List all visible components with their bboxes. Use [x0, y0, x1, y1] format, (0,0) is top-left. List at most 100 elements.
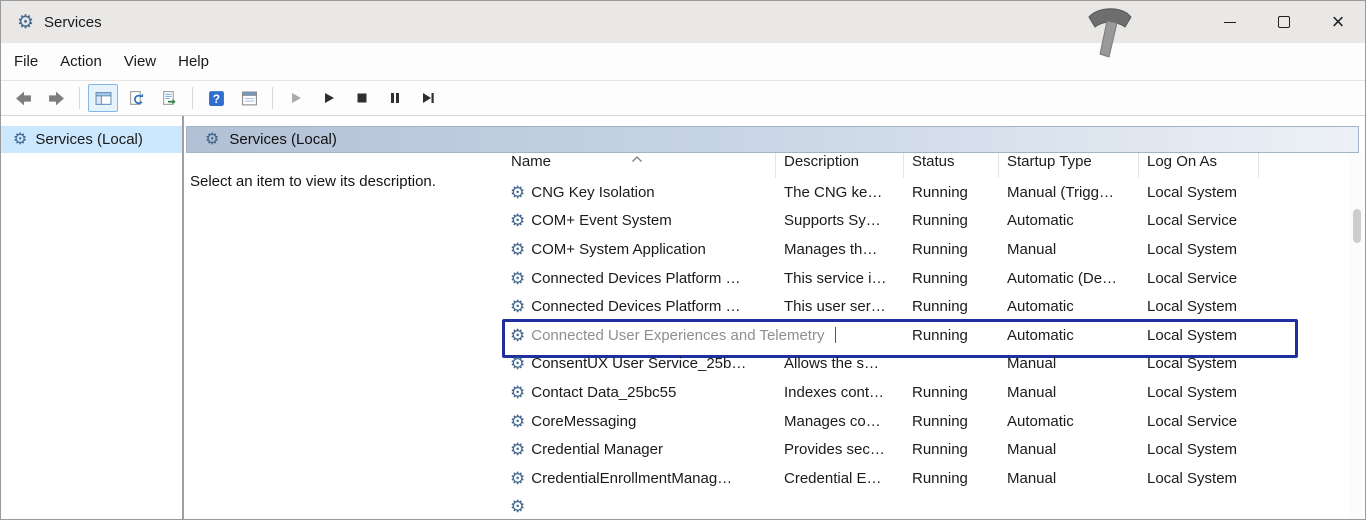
service-name-cell: ⚙ Contact Data_25bc55 [498, 384, 776, 401]
service-name-cell: ⚙ COM+ System Application [498, 241, 776, 258]
service-name-cell: ⚙ CredentialEnrollmentManag… [498, 470, 776, 487]
rename-caret-icon [835, 327, 836, 343]
service-name-cell: ⚙ [498, 498, 776, 515]
back-arrow-icon [15, 90, 32, 107]
stop-service-button[interactable] [347, 84, 377, 112]
service-status: Running [904, 441, 999, 458]
service-startup-type: Manual [999, 384, 1139, 401]
service-gear-icon: ⚙ [510, 270, 525, 287]
service-row[interactable]: ⚙ Connected Devices Platform … This user… [498, 292, 1349, 321]
column-header-startup-type[interactable]: Startup Type [999, 153, 1139, 178]
service-name-cell: ⚙ Connected Devices Platform … [498, 270, 776, 287]
window-title: Services [44, 14, 102, 31]
services-app-icon: ⚙ [17, 13, 34, 32]
service-log-on-as: Local System [1139, 298, 1259, 315]
service-log-on-as: Local System [1139, 441, 1259, 458]
pause-service-button[interactable] [380, 84, 410, 112]
resume-service-button[interactable] [314, 84, 344, 112]
description-pane: Select an item to view its description. [184, 153, 498, 519]
vertical-scrollbar[interactable] [1349, 153, 1365, 519]
show-console-tree-button[interactable] [88, 84, 118, 112]
scrollbar-thumb[interactable] [1353, 209, 1361, 243]
service-row[interactable]: ⚙ CredentialEnrollmentManag… Credential … [498, 464, 1349, 493]
services-header-bar: ⚙ Services (Local) [186, 126, 1359, 153]
menu-view[interactable]: View [113, 46, 167, 77]
service-rows: ⚙ CNG Key Isolation The CNG ke… Running … [498, 178, 1349, 520]
tree-item-services-local[interactable]: ⚙ Services (Local) [1, 126, 182, 153]
service-startup-type: Manual [999, 355, 1139, 372]
list-header: Name Description Status Startup Type Log… [498, 153, 1349, 178]
column-header-filler [1259, 153, 1349, 178]
service-row[interactable]: ⚙ COM+ System Application Manages th… Ru… [498, 235, 1349, 264]
service-name: Connected User Experiences and Telemetry [531, 327, 824, 344]
service-row[interactable]: ⚙ CNG Key Isolation The CNG ke… Running … [498, 178, 1349, 207]
start-service-button[interactable] [281, 84, 311, 112]
service-startup-type: Automatic [999, 212, 1139, 229]
service-description: Supports Sy… [776, 212, 904, 229]
column-header-startup-type-label: Startup Type [1007, 153, 1092, 170]
service-row[interactable]: ⚙ Contact Data_25bc55 Indexes cont… Runn… [498, 378, 1349, 407]
service-name-cell: ⚙ Credential Manager [498, 441, 776, 458]
sort-ascending-icon [631, 156, 642, 162]
service-description: Provides sec… [776, 441, 904, 458]
service-row[interactable]: ⚙ [498, 493, 1349, 520]
service-row[interactable]: ⚙ CoreMessaging Manages co… Running Auto… [498, 407, 1349, 436]
column-header-description[interactable]: Description [776, 153, 904, 178]
service-log-on-as: Local System [1139, 384, 1259, 401]
service-name: CredentialEnrollmentManag… [531, 470, 732, 487]
export-list-button[interactable] [154, 84, 184, 112]
back-button[interactable] [8, 84, 38, 112]
stop-service-icon [355, 91, 369, 105]
start-service-icon [289, 91, 303, 105]
service-log-on-as: Local System [1139, 327, 1259, 344]
minimize-button[interactable] [1203, 1, 1257, 43]
service-description: Credential E… [776, 470, 904, 487]
service-name: Connected Devices Platform … [531, 270, 740, 287]
help-icon: ? [208, 90, 225, 107]
service-gear-icon: ⚙ [510, 327, 525, 344]
main-pane: ⚙ Services (Local) Select an item to vie… [184, 116, 1365, 519]
service-log-on-as: Local System [1139, 241, 1259, 258]
service-name-cell: ⚙ CNG Key Isolation [498, 184, 776, 201]
service-name-cell: ⚙ COM+ Event System [498, 212, 776, 229]
column-header-name[interactable]: Name [498, 153, 776, 178]
window-controls: × [1203, 1, 1365, 43]
forward-button[interactable] [41, 84, 71, 112]
column-header-description-label: Description [784, 153, 859, 170]
service-gear-icon: ⚙ [510, 384, 525, 401]
column-header-log-on-as[interactable]: Log On As [1139, 153, 1259, 178]
properties-button[interactable] [234, 84, 264, 112]
menu-help[interactable]: Help [167, 46, 220, 77]
column-header-status[interactable]: Status [904, 153, 999, 178]
service-status: Running [904, 470, 999, 487]
service-row[interactable]: ⚙ Connected User Experiences and Telemet… [498, 321, 1349, 350]
service-description: Manages th… [776, 241, 904, 258]
services-list: Name Description Status Startup Type Log… [498, 153, 1349, 519]
services-header-icon: ⚙ [205, 132, 219, 148]
service-row[interactable]: ⚙ Credential Manager Provides sec… Runni… [498, 435, 1349, 464]
service-row[interactable]: ⚙ COM+ Event System Supports Sy… Running… [498, 207, 1349, 236]
restart-service-button[interactable] [413, 84, 443, 112]
maximize-button[interactable] [1257, 1, 1311, 43]
service-gear-icon: ⚙ [510, 441, 525, 458]
service-description: This service i… [776, 270, 904, 287]
refresh-button[interactable] [121, 84, 151, 112]
service-row[interactable]: ⚙ Connected Devices Platform … This serv… [498, 264, 1349, 293]
service-startup-type: Automatic [999, 413, 1139, 430]
service-log-on-as: Local System [1139, 355, 1259, 372]
service-description: The CNG ke… [776, 184, 904, 201]
close-button[interactable]: × [1311, 1, 1365, 43]
menu-file[interactable]: File [3, 46, 49, 77]
minimize-icon [1224, 22, 1236, 23]
service-startup-type: Automatic (De… [999, 270, 1139, 287]
service-status: Running [904, 298, 999, 315]
help-button[interactable]: ? [201, 84, 231, 112]
service-row[interactable]: ⚙ ConsentUX User Service_25b… Allows the… [498, 350, 1349, 379]
menu-action[interactable]: Action [49, 46, 113, 77]
column-header-status-label: Status [912, 153, 955, 170]
service-name-cell: ⚙ Connected User Experiences and Telemet… [498, 327, 776, 344]
service-log-on-as: Local Service [1139, 270, 1259, 287]
properties-icon [241, 90, 258, 107]
service-name: Credential Manager [531, 441, 663, 458]
close-icon: × [1332, 11, 1345, 33]
